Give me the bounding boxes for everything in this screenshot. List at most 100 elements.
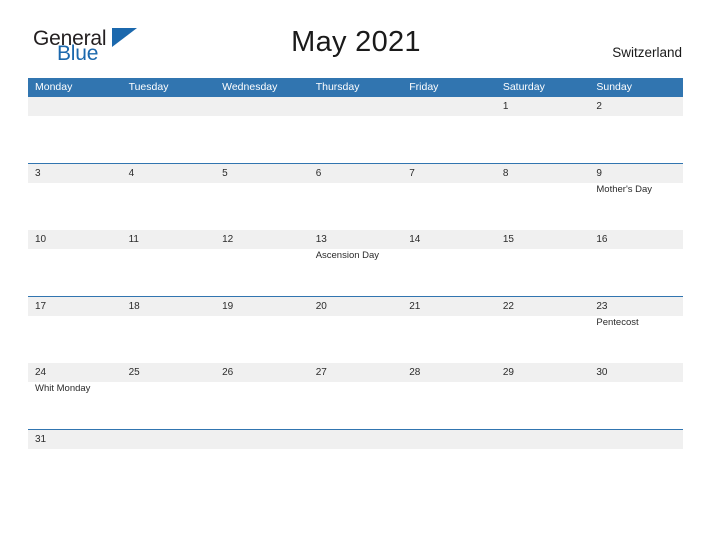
event-cell[interactable] xyxy=(402,249,496,296)
event-cell[interactable] xyxy=(309,183,403,230)
event-text: Ascension Day xyxy=(315,250,380,261)
event-cell[interactable] xyxy=(402,382,496,429)
day-number: 14 xyxy=(409,234,421,245)
day-cell[interactable]: 24 xyxy=(28,363,122,382)
day-cell[interactable]: 9 xyxy=(589,164,683,183)
day-cell[interactable]: 3 xyxy=(28,164,122,183)
day-cell[interactable]: 31 xyxy=(28,430,122,449)
event-cell[interactable] xyxy=(215,183,309,230)
day-cell[interactable]: 19 xyxy=(215,297,309,316)
event-cell[interactable] xyxy=(215,382,309,429)
day-cell[interactable]: 4 xyxy=(122,164,216,183)
event-cell[interactable] xyxy=(402,116,496,163)
day-cell[interactable]: 16 xyxy=(589,230,683,249)
event-cell[interactable] xyxy=(215,116,309,163)
event-cell[interactable] xyxy=(122,116,216,163)
event-cell[interactable]: Pentecost xyxy=(589,316,683,363)
day-cell[interactable] xyxy=(215,97,309,116)
day-cell[interactable] xyxy=(402,430,496,449)
day-cell[interactable]: 2 xyxy=(589,97,683,116)
event-cell[interactable] xyxy=(589,116,683,163)
weekday-header-tuesday: Tuesday xyxy=(128,81,169,93)
event-cell[interactable]: Ascension Day xyxy=(309,249,403,296)
weekday-header-row: Monday Tuesday Wednesday Thursday Friday… xyxy=(28,78,683,97)
event-cell[interactable] xyxy=(402,183,496,230)
week-day-numbers: 31 xyxy=(28,429,683,449)
weekday-header-wednesday: Wednesday xyxy=(222,81,278,93)
day-cell[interactable] xyxy=(309,97,403,116)
day-cell[interactable]: 7 xyxy=(402,164,496,183)
event-cell[interactable] xyxy=(496,382,590,429)
day-cell[interactable]: 30 xyxy=(589,363,683,382)
weekday-header-monday: Monday xyxy=(35,81,73,93)
event-cell[interactable] xyxy=(589,249,683,296)
day-cell[interactable]: 17 xyxy=(28,297,122,316)
day-cell[interactable]: 25 xyxy=(122,363,216,382)
day-cell[interactable] xyxy=(122,430,216,449)
day-cell[interactable] xyxy=(496,430,590,449)
week-row: 1 2 xyxy=(28,97,683,164)
day-cell[interactable]: 21 xyxy=(402,297,496,316)
week-day-numbers: 17 18 19 20 21 22 23 xyxy=(28,296,683,316)
weekday-header-friday: Friday xyxy=(409,81,439,93)
event-cell[interactable] xyxy=(309,316,403,363)
event-cell[interactable] xyxy=(496,316,590,363)
day-cell[interactable]: 12 xyxy=(215,230,309,249)
day-cell[interactable]: 10 xyxy=(28,230,122,249)
day-cell[interactable]: 27 xyxy=(309,363,403,382)
day-cell[interactable]: 14 xyxy=(402,230,496,249)
event-cell[interactable] xyxy=(28,183,122,230)
day-cell[interactable]: 8 xyxy=(496,164,590,183)
event-cell[interactable] xyxy=(28,316,122,363)
day-number: 17 xyxy=(35,300,47,312)
week-events: Pentecost xyxy=(28,315,683,363)
event-cell[interactable] xyxy=(122,316,216,363)
event-cell[interactable] xyxy=(496,249,590,296)
day-cell[interactable]: 20 xyxy=(309,297,403,316)
day-cell[interactable]: 1 xyxy=(496,97,590,116)
day-cell[interactable] xyxy=(215,430,309,449)
event-cell[interactable] xyxy=(402,316,496,363)
day-cell[interactable]: 11 xyxy=(122,230,216,249)
event-cell[interactable] xyxy=(589,382,683,429)
event-cell[interactable] xyxy=(28,249,122,296)
day-cell[interactable]: 6 xyxy=(309,164,403,183)
week-row: 31 xyxy=(28,429,683,452)
day-cell[interactable]: 18 xyxy=(122,297,216,316)
event-cell[interactable] xyxy=(28,116,122,163)
day-number: 5 xyxy=(222,167,228,179)
day-cell[interactable] xyxy=(28,97,122,116)
day-cell[interactable]: 13 xyxy=(309,230,403,249)
day-number: 20 xyxy=(315,300,327,312)
day-cell[interactable]: 29 xyxy=(496,363,590,382)
weekday-header-saturday: Saturday xyxy=(502,81,545,93)
day-number: 16 xyxy=(596,234,608,245)
event-cell[interactable] xyxy=(215,249,309,296)
day-cell[interactable] xyxy=(589,430,683,449)
event-cell[interactable] xyxy=(122,382,216,429)
day-number: 13 xyxy=(315,234,327,245)
week-events: Mother's Day xyxy=(28,182,683,230)
event-cell[interactable] xyxy=(215,316,309,363)
event-cell[interactable] xyxy=(496,183,590,230)
day-cell[interactable] xyxy=(402,97,496,116)
event-cell[interactable] xyxy=(122,183,216,230)
day-cell[interactable]: 15 xyxy=(496,230,590,249)
day-cell[interactable] xyxy=(309,430,403,449)
day-cell[interactable]: 22 xyxy=(496,297,590,316)
day-cell[interactable]: 5 xyxy=(215,164,309,183)
day-cell[interactable] xyxy=(122,97,216,116)
day-cell[interactable]: 28 xyxy=(402,363,496,382)
event-cell[interactable] xyxy=(309,382,403,429)
event-cell[interactable]: Mother's Day xyxy=(589,183,683,230)
event-cell[interactable]: Whit Monday xyxy=(28,382,122,429)
country-label: Switzerland xyxy=(612,45,682,60)
event-cell[interactable] xyxy=(122,249,216,296)
day-number: 8 xyxy=(502,167,509,179)
day-cell[interactable]: 23 xyxy=(589,297,683,316)
event-cell[interactable] xyxy=(496,116,590,163)
day-number: 29 xyxy=(502,367,514,378)
day-cell[interactable]: 26 xyxy=(215,363,309,382)
day-number: 9 xyxy=(596,167,602,179)
event-cell[interactable] xyxy=(309,116,403,163)
